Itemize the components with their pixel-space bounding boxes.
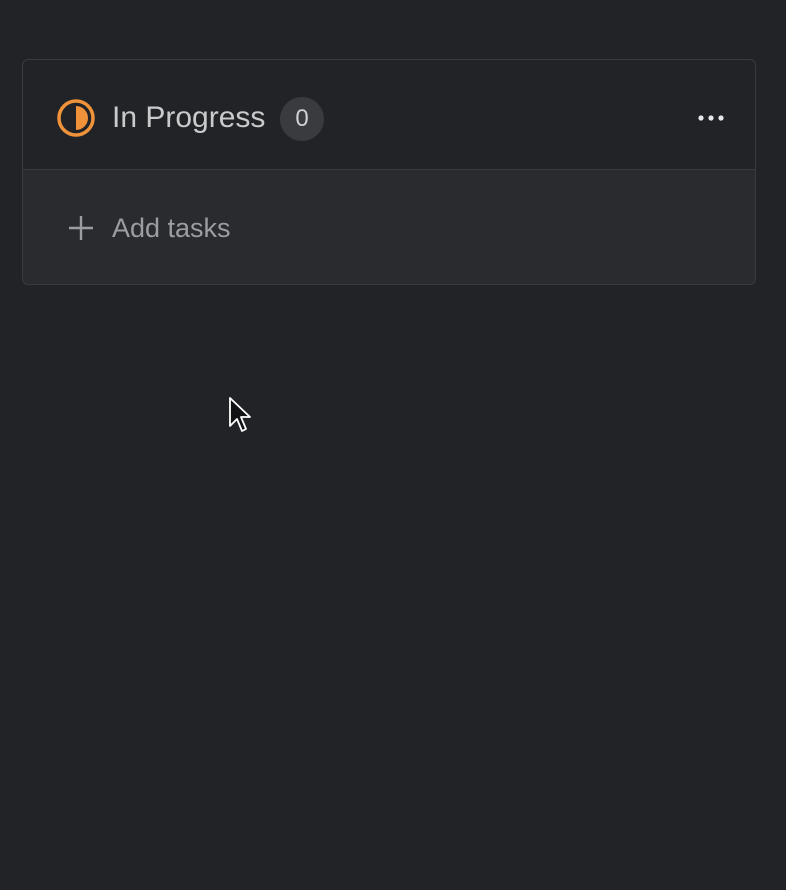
column-title: In Progress [112,101,266,134]
column-more-button[interactable] [691,102,731,134]
board-canvas: In Progress 0 Add tasks [0,0,786,890]
column-header: In Progress 0 [23,60,755,170]
more-horizontal-icon [698,115,724,121]
task-count-badge: 0 [280,97,324,141]
in-progress-status-icon [56,98,96,138]
add-tasks-label: Add tasks [112,213,231,243]
plus-icon [67,214,95,242]
add-tasks-button[interactable]: Add tasks [23,170,755,284]
mouse-pointer-icon [228,396,252,434]
board-column-in-progress: In Progress 0 Add tasks [22,59,756,285]
